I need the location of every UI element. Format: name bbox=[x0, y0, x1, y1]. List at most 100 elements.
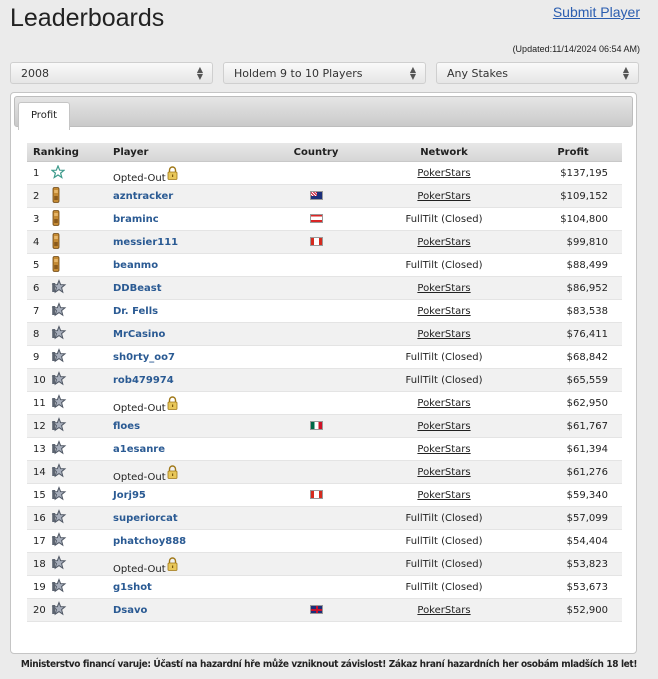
table-row: 3 braminc FullTilt (Closed) $104,800 bbox=[27, 207, 622, 231]
header-player[interactable]: Player bbox=[113, 143, 268, 162]
network-label[interactable]: PokerStars bbox=[417, 237, 470, 248]
profit-value: $59,340 bbox=[524, 483, 622, 507]
country-cell bbox=[268, 161, 364, 185]
rank-number: 17 bbox=[27, 529, 51, 553]
player-name-link[interactable]: azntracker bbox=[113, 191, 173, 202]
player-name-link[interactable]: Jorj95 bbox=[113, 490, 146, 501]
bronze-figure-icon bbox=[51, 186, 61, 206]
player-name-link[interactable]: g1shot bbox=[113, 582, 152, 593]
header-profit[interactable]: Profit bbox=[524, 143, 622, 162]
network-label: FullTilt (Closed) bbox=[405, 259, 483, 271]
player-name-link[interactable]: braminc bbox=[113, 214, 159, 225]
country-cell bbox=[268, 460, 364, 484]
player-cell: Opted-Out bbox=[113, 391, 268, 415]
country-cell bbox=[268, 437, 364, 461]
rank-number: 2 bbox=[27, 184, 51, 208]
country-cell bbox=[268, 322, 364, 346]
opted-out-label: Opted-Out bbox=[113, 172, 166, 184]
header-network[interactable]: Network bbox=[364, 143, 524, 162]
country-cell bbox=[268, 184, 364, 208]
silver-figure-icon bbox=[51, 347, 67, 367]
country-cell bbox=[268, 253, 364, 277]
profit-value: $57,099 bbox=[524, 506, 622, 530]
country-cell bbox=[268, 368, 364, 392]
network-label[interactable]: PokerStars bbox=[417, 467, 470, 478]
silver-figure-icon bbox=[51, 462, 67, 482]
header-ranking[interactable]: Ranking bbox=[27, 143, 113, 162]
opted-out-label: Opted-Out bbox=[113, 402, 166, 414]
profit-value: $52,900 bbox=[524, 598, 622, 622]
table-row: 12 floes PokerStars $61,767 bbox=[27, 414, 622, 438]
network-label[interactable]: PokerStars bbox=[417, 168, 470, 179]
player-name-link[interactable]: Dr. Fells bbox=[113, 306, 158, 317]
player-name-link[interactable]: superiorcat bbox=[113, 513, 178, 524]
silver-figure-icon bbox=[51, 439, 67, 459]
rank-number: 3 bbox=[27, 207, 51, 231]
network-label[interactable]: PokerStars bbox=[417, 490, 470, 501]
rank-number: 1 bbox=[27, 161, 51, 185]
header-country[interactable]: Country bbox=[268, 143, 364, 162]
star-outline-icon bbox=[50, 163, 66, 182]
leaderboard-panel: Profit Ranking Player Country Network Pr… bbox=[10, 92, 637, 654]
player-cell: floes bbox=[113, 414, 268, 438]
rank-number: 9 bbox=[27, 345, 51, 369]
uk-flag bbox=[309, 605, 323, 616]
player-name-link[interactable]: phatchoy888 bbox=[113, 536, 186, 547]
opted-out-label: Opted-Out bbox=[113, 471, 166, 483]
player-name-link[interactable]: sh0rty_oo7 bbox=[113, 352, 175, 363]
profit-value: $61,276 bbox=[524, 460, 622, 484]
opted-out-label: Opted-Out bbox=[113, 563, 166, 575]
network-label[interactable]: PokerStars bbox=[417, 306, 470, 317]
rank-number: 16 bbox=[27, 506, 51, 530]
rank-number: 5 bbox=[27, 253, 51, 277]
rank-number: 10 bbox=[27, 368, 51, 392]
player-cell: sh0rty_oo7 bbox=[113, 345, 268, 369]
tab-profit[interactable]: Profit bbox=[18, 102, 70, 130]
profit-value: $137,195 bbox=[524, 161, 622, 185]
player-name-link[interactable]: rob479974 bbox=[113, 375, 174, 386]
profit-value: $109,152 bbox=[524, 184, 622, 208]
year-select-value: 2008 bbox=[21, 67, 49, 80]
rank-number: 18 bbox=[27, 552, 51, 576]
player-name-link[interactable]: MrCasino bbox=[113, 329, 165, 340]
rank-number: 4 bbox=[27, 230, 51, 254]
tab-bar: Profit bbox=[14, 96, 633, 130]
player-name-link[interactable]: a1esanre bbox=[113, 444, 165, 455]
network-label[interactable]: PokerStars bbox=[417, 329, 470, 340]
player-cell: DDBeast bbox=[113, 276, 268, 300]
submit-player-link[interactable]: Submit Player bbox=[553, 4, 640, 20]
rank-number: 6 bbox=[27, 276, 51, 300]
player-name-link[interactable]: Dsavo bbox=[113, 605, 147, 616]
game-select[interactable]: Holdem 9 to 10 Players ▲ ▼ bbox=[223, 62, 426, 84]
table-row: 8 MrCasino PokerStars $76,411 bbox=[27, 322, 622, 346]
table-header-row: Ranking Player Country Network Profit bbox=[27, 143, 622, 162]
player-cell: messier111 bbox=[113, 230, 268, 254]
network-label[interactable]: PokerStars bbox=[417, 283, 470, 294]
player-name-link[interactable]: beanmo bbox=[113, 260, 158, 271]
table-row: 5 beanmo FullTilt (Closed) $88,499 bbox=[27, 253, 622, 277]
country-cell bbox=[268, 299, 364, 323]
year-select[interactable]: 2008 ▲ ▼ bbox=[10, 62, 213, 84]
table-row: 1 Opted-Out PokerStars $137,195 bbox=[27, 161, 622, 185]
network-label[interactable]: PokerStars bbox=[417, 191, 470, 202]
profit-value: $65,559 bbox=[524, 368, 622, 392]
player-cell: azntracker bbox=[113, 184, 268, 208]
player-name-link[interactable]: messier111 bbox=[113, 237, 178, 248]
profit-value: $76,411 bbox=[524, 322, 622, 346]
profit-value: $53,823 bbox=[524, 552, 622, 576]
country-cell bbox=[268, 276, 364, 300]
player-cell: Dr. Fells bbox=[113, 299, 268, 323]
stakes-select[interactable]: Any Stakes ▲ ▼ bbox=[436, 62, 639, 84]
network-label[interactable]: PokerStars bbox=[417, 421, 470, 432]
player-name-link[interactable]: DDBeast bbox=[113, 283, 162, 294]
country-cell bbox=[268, 345, 364, 369]
network-label: FullTilt (Closed) bbox=[405, 213, 483, 225]
network-label[interactable]: PokerStars bbox=[417, 398, 470, 409]
player-cell: Dsavo bbox=[113, 598, 268, 622]
network-label[interactable]: PokerStars bbox=[417, 444, 470, 455]
network-label[interactable]: PokerStars bbox=[417, 605, 470, 616]
table-row: 9 sh0rty_oo7 FullTilt (Closed) $68,842 bbox=[27, 345, 622, 369]
silver-figure-icon bbox=[51, 324, 67, 344]
player-name-link[interactable]: floes bbox=[113, 421, 140, 432]
canada-flag bbox=[309, 237, 323, 248]
